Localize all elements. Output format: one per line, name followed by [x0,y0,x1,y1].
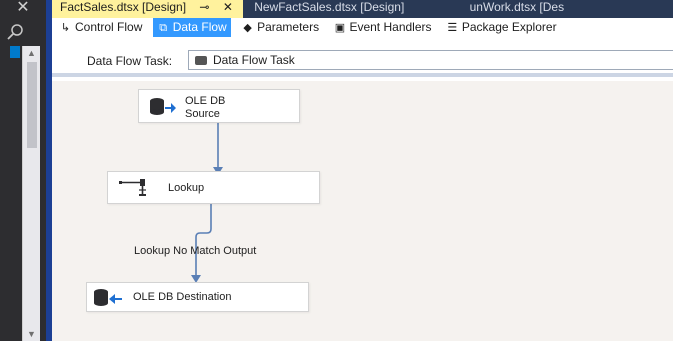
task-bar: Data Flow Task: Data Flow Task [52,39,673,77]
scroll-down-icon[interactable]: ▼ [27,329,36,339]
scrollbar-thumb[interactable] [27,62,37,148]
task-select-value: Data Flow Task [213,53,295,67]
designer-tab-strip: ↳ Control Flow ⧉ Data Flow ◆ Parameters ▣ Ev… [52,18,673,39]
rail-accent [0,46,22,341]
doc-tab-factsales[interactable]: FactSales.dtsx [Design] ⊸ ✕ [52,0,243,18]
left-rail: ✕ ▲ ▼ [0,0,46,341]
node-label: OLE DB Destination [133,291,232,303]
tab-label: Data Flow [172,20,227,34]
node-label: Lookup [168,182,205,194]
database-source-icon [150,98,176,115]
database-destination-icon [94,289,122,306]
lookup-to-destination-path[interactable] [191,204,212,283]
doc-tab-label: FactSales.dtsx [Design] [60,0,187,14]
package-explorer-icon: ☰ [447,22,458,34]
close-icon[interactable]: ✕ [0,0,46,22]
scroll-up-icon[interactable]: ▲ [27,48,36,58]
task-label: Data Flow Task: [87,54,173,68]
node-label-line1: OLE DB [185,95,226,107]
parameters-icon: ◆ [243,22,252,34]
no-match-output-label: Lookup No Match Output [134,245,257,257]
tab-label: Control Flow [75,20,143,34]
design-canvas[interactable]: OLE DB Source Lookup Lookup No Match Out… [52,81,673,341]
search-icon[interactable] [6,22,46,44]
ole-db-destination-node[interactable]: OLE DB Destination [86,282,309,312]
node-label-line2: Source [185,108,220,120]
event-handlers-icon: ▣ [334,22,346,34]
vertical-scrollbar[interactable]: ▲ ▼ [22,46,40,341]
lookup-node[interactable]: Lookup [107,171,320,204]
pin-icon[interactable]: ⊸ [199,0,209,14]
tab-control-flow[interactable]: ↳ Control Flow [55,18,146,37]
data-flow-icon: ⧉ [159,22,168,34]
data-flow-task-icon [195,56,207,66]
tab-package-explorer[interactable]: ☰ Package Explorer [442,18,561,37]
tab-label: Package Explorer [461,20,557,34]
data-flow-task-select[interactable]: Data Flow Task [188,50,673,70]
doc-tab-unwork[interactable]: unWork.dtsx [Des [462,0,574,18]
doc-tab-label: NewFactSales.dtsx [Design] [254,0,405,14]
tab-parameters[interactable]: ◆ Parameters [237,18,323,37]
doc-tab-newfactsales[interactable]: NewFactSales.dtsx [Design] [246,0,414,18]
tab-event-handlers[interactable]: ▣ Event Handlers [329,18,435,37]
tab-label: Event Handlers [349,20,432,34]
active-marker [10,46,20,58]
source-to-lookup-path[interactable] [213,123,223,175]
lookup-icon [119,179,146,196]
ole-db-source-node[interactable]: OLE DB Source [138,89,300,123]
close-tab-icon[interactable]: ✕ [223,0,233,14]
doc-tab-label: unWork.dtsx [Des [469,0,565,14]
tab-data-flow[interactable]: ⧉ Data Flow [152,18,231,37]
control-flow-icon: ↳ [60,22,71,34]
document-tab-strip: FactSales.dtsx [Design] ⊸ ✕ NewFactSales… [52,0,673,18]
tab-label: Parameters [257,20,320,34]
